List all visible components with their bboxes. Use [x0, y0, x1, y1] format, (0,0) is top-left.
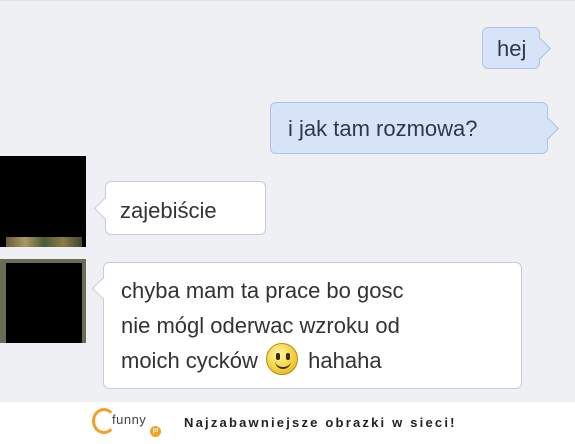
logo-text: funny [112, 412, 147, 427]
avatar[interactable] [0, 259, 86, 343]
outgoing-message[interactable]: hej [482, 27, 540, 69]
message-text: i jak tam rozmowa? [288, 116, 478, 141]
message-text: hahaha [308, 348, 382, 373]
chat-area: hej i jak tam rozmowa? zajebiście chyba … [0, 0, 575, 402]
avatar[interactable] [0, 156, 86, 247]
message-text: hej [497, 36, 527, 61]
logo-badge: pl [150, 426, 161, 437]
smiley-icon [266, 343, 299, 375]
avatar-photo-edge [6, 237, 82, 247]
outgoing-message[interactable]: i jak tam rozmowa? [270, 102, 548, 154]
incoming-message[interactable]: zajebiście [105, 181, 266, 235]
site-logo[interactable]: funny pl [92, 406, 172, 440]
incoming-message[interactable]: chyba mam ta prace bo gosc nie mógl oder… [103, 262, 522, 389]
tagline: Najzabawniejsze obrazki w sieci! [184, 415, 457, 430]
message-text-line: nie mógl oderwac wzroku od [121, 313, 400, 338]
message-text: zajebiście [120, 198, 217, 223]
message-text-line: chyba mam ta prace bo gosc [121, 278, 404, 303]
footer: funny pl Najzabawniejsze obrazki w sieci… [0, 402, 575, 444]
message-text: moich cycków [121, 348, 258, 373]
message-text-line: moich cycków hahaha [121, 343, 521, 378]
avatar-photo [6, 263, 82, 343]
